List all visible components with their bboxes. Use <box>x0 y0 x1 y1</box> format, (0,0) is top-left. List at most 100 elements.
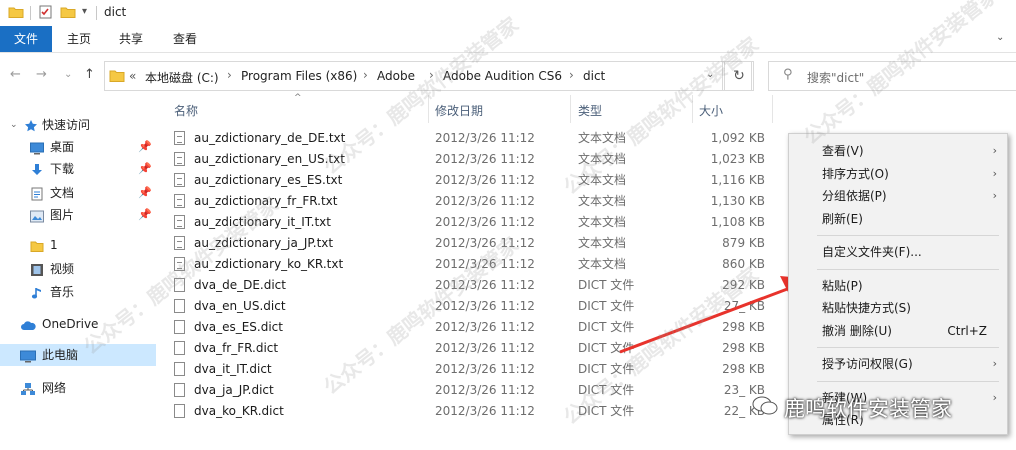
chevron-right-icon[interactable]: › <box>227 68 232 82</box>
pin-icon[interactable]: 📌 <box>138 136 152 158</box>
breadcrumb-overflow[interactable]: « <box>129 69 136 83</box>
text-file-icon <box>174 236 185 250</box>
breadcrumb-item[interactable]: dict <box>583 69 605 83</box>
context-menu-item[interactable]: 排序方式(O) › <box>789 163 1007 185</box>
tab-share[interactable]: 共享 <box>108 26 154 52</box>
menu-item-label: 自定义文件夹(F)... <box>822 245 922 259</box>
file-row[interactable]: au_zdictionary_fr_FR.txt 2012/3/26 11:12 文… <box>166 191 776 212</box>
context-menu-item[interactable]: 授予访问权限(G) › <box>789 353 1007 375</box>
menu-item-label: 查看(V) <box>822 144 864 158</box>
text-file-icon <box>174 257 185 271</box>
sidebar-item-label: 音乐 <box>50 285 75 299</box>
search-input[interactable]: 搜索"dict" <box>807 69 864 86</box>
expand-ribbon-icon[interactable]: ⌄ <box>996 32 1004 43</box>
context-menu-item[interactable]: 自定义文件夹(F)... <box>789 241 1007 263</box>
chevron-right-icon: › <box>992 357 997 370</box>
file-type: DICT 文件 <box>578 383 635 397</box>
context-menu-item[interactable]: 查看(V) › <box>789 140 1007 162</box>
window-title: dict <box>104 5 127 19</box>
chevron-right-icon: › <box>992 166 997 180</box>
refresh-button[interactable]: ↻ <box>724 61 754 91</box>
chevron-right-icon[interactable]: › <box>569 68 574 82</box>
file-row[interactable]: au_zdictionary_it_IT.txt 2012/3/26 11:12 文… <box>166 212 776 233</box>
file-row[interactable]: dva_ja_JP.dict 2012/3/26 11:12 DICT 文件 23_ … <box>166 380 776 401</box>
context-menu-item[interactable]: 分组依据(P) › <box>789 185 1007 207</box>
address-bar[interactable]: « 本地磁盘 (C:) › Program Files (x86) › Adob… <box>104 61 752 91</box>
sidebar-item-music[interactable]: 音乐 <box>0 281 156 303</box>
file-modified: 2012/3/26 11:12 <box>435 320 535 334</box>
sidebar-item-quick-access[interactable]: ⌄ 快速访问 <box>0 114 156 136</box>
file-modified: 2012/3/26 11:12 <box>435 362 535 376</box>
pin-icon[interactable]: 📌 <box>138 204 152 226</box>
file-name: dva_es_ES.dict <box>194 320 283 334</box>
file-type: 文本文档 <box>578 236 627 250</box>
sidebar-item-videos[interactable]: 视频 <box>0 258 156 280</box>
sidebar-item-label: 下载 <box>50 162 75 176</box>
chevron-right-icon[interactable]: › <box>363 68 368 82</box>
context-menu-item[interactable]: 刷新(E) <box>789 208 1007 230</box>
sidebar-item-pictures[interactable]: 图片 📌 <box>0 204 156 226</box>
text-file-icon <box>174 194 185 208</box>
properties-icon[interactable] <box>38 5 54 19</box>
star-icon <box>24 118 38 132</box>
tab-home[interactable]: 主页 <box>56 26 102 52</box>
sidebar-item-label: 桌面 <box>50 140 75 154</box>
file-type: 文本文档 <box>578 194 627 208</box>
sidebar-item-label: 1 <box>50 238 58 252</box>
file-name: au_zdictionary_en_US.txt <box>194 152 345 166</box>
sidebar-item-folder-1[interactable]: 1 <box>0 234 156 256</box>
sidebar-item-network[interactable]: 网络 <box>0 377 156 399</box>
column-header-name[interactable]: 名称 <box>174 102 198 119</box>
context-menu-item[interactable]: 撤消 删除(U) Ctrl+Z <box>789 320 1007 342</box>
search-icon: ⚲ <box>783 67 793 82</box>
file-row[interactable]: au_zdictionary_ja_JP.txt 2012/3/26 11:12 文… <box>166 233 776 254</box>
sidebar-item-this-pc[interactable]: 此电脑 <box>0 344 156 366</box>
menu-separator <box>817 347 999 348</box>
file-modified: 2012/3/26 11:12 <box>435 236 535 250</box>
tab-view[interactable]: 查看 <box>162 26 208 52</box>
file-modified: 2012/3/26 11:12 <box>435 404 535 418</box>
pin-icon[interactable]: 📌 <box>138 182 152 204</box>
network-icon <box>20 381 35 395</box>
text-file-icon <box>174 152 185 166</box>
file-row[interactable]: dva_ko_KR.dict 2012/3/26 11:12 DICT 文件 22_ … <box>166 401 776 422</box>
sidebar-item-documents[interactable]: 文档 📌 <box>0 182 156 204</box>
chevron-down-icon: ⌄ <box>706 69 715 80</box>
forward-arrow-icon[interactable]: → <box>36 67 47 82</box>
file-icon <box>174 404 185 418</box>
file-row[interactable]: au_zdictionary_de_DE.txt 2012/3/26 11:12 文… <box>166 128 776 149</box>
sidebar-item-onedrive[interactable]: OneDrive <box>0 313 156 335</box>
chevron-right-icon: › <box>992 144 997 157</box>
file-type: 文本文档 <box>578 131 627 145</box>
recent-locations-icon[interactable]: ⌄ <box>64 69 72 80</box>
tab-file[interactable]: 文件 <box>0 26 52 52</box>
new-folder-icon[interactable] <box>60 5 76 19</box>
breadcrumb-item[interactable]: Adobe Audition CS6 <box>443 69 562 83</box>
file-row[interactable]: au_zdictionary_es_ES.txt 2012/3/26 11:12 文… <box>166 170 776 191</box>
chevron-right-icon: › <box>992 189 997 202</box>
chevron-right-icon[interactable]: › <box>429 68 434 82</box>
column-header-size[interactable]: 大小 <box>699 102 723 119</box>
context-menu-item[interactable]: 粘贴(P) <box>789 275 1007 297</box>
file-size: 879 KB <box>722 236 765 250</box>
brand-watermark: 鹿鸣软件安装管家 <box>748 392 988 422</box>
customize-toolbar-icon[interactable]: ▾ <box>82 6 87 17</box>
breadcrumb-item[interactable]: Program Files (x86) <box>241 69 357 83</box>
breadcrumb-item[interactable]: Adobe <box>377 69 415 83</box>
column-header-type[interactable]: 类型 <box>578 102 602 119</box>
sidebar-item-downloads[interactable]: 下载 📌 <box>0 158 156 180</box>
sidebar-item-desktop[interactable]: 桌面 📌 <box>0 136 156 158</box>
context-menu-item[interactable]: 粘贴快捷方式(S) <box>789 297 1007 319</box>
chevron-down-icon[interactable]: ⌄ <box>10 114 18 136</box>
search-box[interactable]: ⚲ 搜索"dict" <box>768 61 1016 91</box>
up-arrow-icon[interactable]: ↑ <box>84 67 95 82</box>
address-history-dropdown[interactable]: ⌄ <box>700 61 723 91</box>
file-row[interactable]: au_zdictionary_en_US.txt 2012/3/26 11:12 文… <box>166 149 776 170</box>
back-arrow-icon[interactable]: ← <box>10 67 21 82</box>
column-header-modified[interactable]: 修改日期 <box>435 102 483 119</box>
file-modified: 2012/3/26 11:12 <box>435 257 535 271</box>
folder-icon[interactable] <box>8 5 24 19</box>
breadcrumb-item[interactable]: 本地磁盘 (C:) <box>145 69 219 86</box>
pin-icon[interactable]: 📌 <box>138 158 152 180</box>
file-modified: 2012/3/26 11:12 <box>435 341 535 355</box>
